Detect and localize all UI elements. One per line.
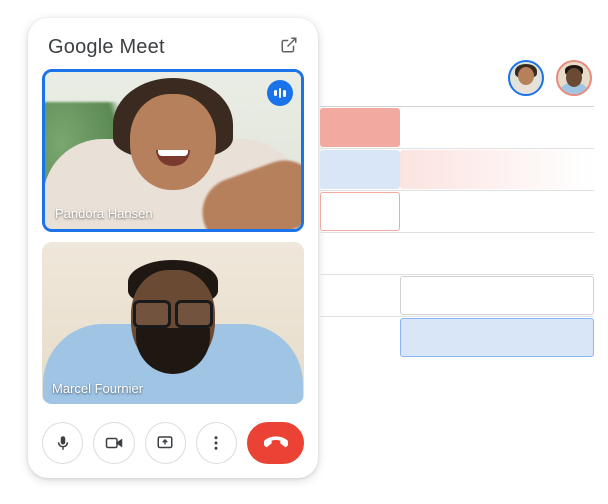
calendar-row	[320, 316, 594, 358]
avatar-user-1[interactable]	[508, 60, 544, 96]
calendar-row	[320, 190, 594, 232]
avatar-user-2[interactable]	[556, 60, 592, 96]
calendar-event-block[interactable]	[320, 150, 400, 189]
calendar-grid	[320, 106, 594, 358]
participant-name: Marcel Fournier	[52, 381, 143, 396]
more-options-button[interactable]	[196, 422, 237, 464]
app-title: Google Meet	[48, 36, 165, 59]
call-controls	[42, 414, 304, 464]
video-tile-participant-2[interactable]: Marcel Fournier	[42, 242, 304, 404]
calendar-row	[320, 148, 594, 190]
calendar-event-block[interactable]	[400, 150, 594, 189]
present-button[interactable]	[145, 422, 186, 464]
camera-button[interactable]	[93, 422, 134, 464]
calendar-event-block[interactable]	[400, 276, 594, 315]
calendar-event-block[interactable]	[400, 318, 594, 357]
meet-header: Google Meet	[42, 32, 304, 69]
participant-name: Pandora Hansen	[55, 206, 153, 221]
calendar-row	[320, 232, 594, 274]
speaking-indicator-icon	[267, 80, 293, 106]
calendar-avatars	[508, 60, 592, 96]
meet-window: Google Meet Pandora Hansen	[28, 18, 318, 478]
hangup-button[interactable]	[247, 422, 304, 464]
calendar-event-block[interactable]	[320, 192, 400, 231]
calendar-row	[320, 274, 594, 316]
calendar-event-block[interactable]	[320, 108, 400, 147]
video-feed	[42, 242, 304, 404]
microphone-button[interactable]	[42, 422, 83, 464]
calendar-row	[320, 106, 594, 148]
video-tile-participant-1[interactable]: Pandora Hansen	[42, 69, 304, 232]
open-external-icon[interactable]	[280, 36, 298, 59]
